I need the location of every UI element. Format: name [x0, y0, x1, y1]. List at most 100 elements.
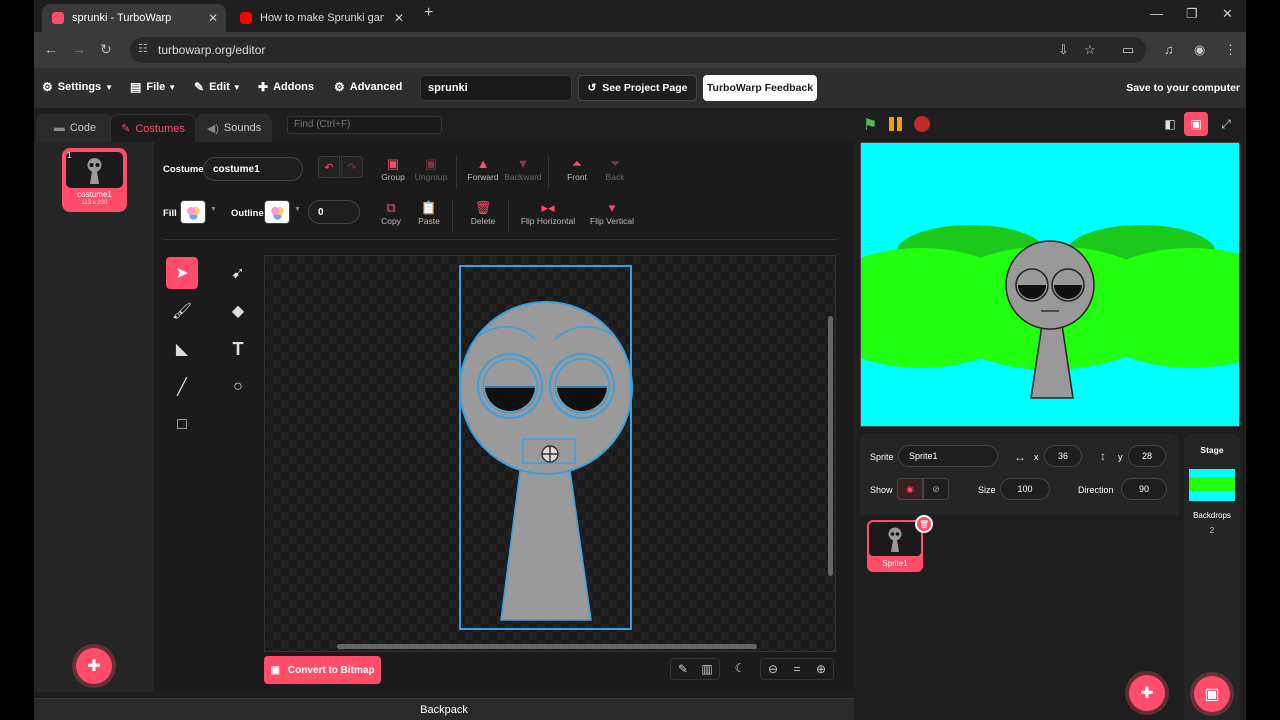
flip-horizontal-button[interactable]: ▸◂ Flip Horizontal — [513, 200, 583, 226]
maximize-icon[interactable]: ❐ — [1186, 6, 1198, 22]
tab-sounds[interactable]: ◀) Sounds — [196, 114, 272, 142]
backdrops-count: 2 — [1209, 526, 1215, 535]
fullscreen-icon[interactable]: ⤢ — [1214, 112, 1238, 136]
outline-color-picker[interactable] — [264, 200, 290, 224]
stage-preview[interactable] — [860, 142, 1240, 427]
file-menu[interactable]: ▤ File ▼ — [130, 80, 176, 94]
green-flag-icon[interactable]: ⚑ — [863, 115, 877, 135]
chevron-down-icon: ▼ — [210, 206, 217, 213]
close-window-icon[interactable]: ✕ — [1222, 6, 1233, 22]
onion-skin-icon[interactable]: ▥ — [695, 659, 719, 679]
fill-color-picker[interactable] — [180, 200, 206, 224]
dark-mode-icon[interactable]: ☾ — [728, 658, 752, 678]
url-field[interactable]: ☷ turbowarp.org/editor — [130, 37, 1146, 63]
brush-tool-icon[interactable]: 🖌 — [166, 295, 198, 327]
browser-menu-icon[interactable]: ⋮ — [1224, 42, 1237, 58]
addons-menu[interactable]: ✚ Addons — [258, 80, 314, 94]
rectangle-tool-icon[interactable]: □ — [166, 409, 198, 441]
sprite-tile[interactable]: Sprite1 🗑 — [867, 515, 933, 572]
show-label: Show — [870, 485, 893, 495]
zoom-out-icon[interactable]: ⊖ — [761, 659, 785, 679]
minimize-icon[interactable]: — — [1150, 6, 1163, 21]
cat-plus-icon: ✚ — [87, 658, 101, 675]
costume-tile[interactable]: 1 costume1 113 x 230 — [62, 148, 127, 212]
reload-icon[interactable]: ↻ — [100, 41, 112, 58]
browser-tab-turbowarp[interactable]: sprunki - TurboWarp ✕ — [42, 4, 226, 32]
media-icon[interactable]: ♫ — [1164, 42, 1174, 57]
add-sprite-button[interactable]: ✚ — [1129, 675, 1165, 711]
tab-costumes[interactable]: ✎ Costumes — [110, 114, 196, 142]
stage-target-pane[interactable]: Stage Backdrops 2 ▣ — [1184, 433, 1240, 720]
outline-label: Outline — [231, 208, 264, 219]
size-input[interactable]: 100 — [1000, 478, 1050, 500]
fill-tool-icon[interactable]: ◣ — [166, 333, 198, 365]
outline-width-input[interactable]: 0 — [308, 200, 360, 224]
close-tab-icon[interactable]: ✕ — [208, 11, 218, 25]
project-title-input[interactable]: sprunki — [420, 75, 572, 101]
backpack-header[interactable]: Backpack — [34, 698, 854, 720]
y-input[interactable]: 28 — [1128, 445, 1166, 467]
zoom-in-icon[interactable]: ⊕ — [809, 659, 833, 679]
undo-button[interactable]: ↶ — [318, 156, 340, 178]
install-app-icon[interactable]: ⇩ — [1058, 42, 1069, 58]
small-stage-icon[interactable]: ◧ — [1158, 112, 1182, 136]
see-inside-icon: ↺ — [587, 82, 597, 94]
edit-menu[interactable]: ✎ Edit ▼ — [194, 80, 241, 94]
feedback-button[interactable]: TurboWarp Feedback — [703, 75, 817, 101]
horizontal-scrollbar[interactable] — [337, 644, 757, 649]
select-tool-icon[interactable]: ➤ — [166, 257, 198, 289]
costume-artwork — [459, 265, 633, 630]
browser-tab-youtube[interactable]: How to make Sprunki game in S ✕ — [230, 4, 412, 32]
y-label: y — [1118, 452, 1123, 462]
show-visible-button[interactable]: ◉ — [897, 478, 923, 500]
costume-name-input[interactable]: costume1 — [203, 157, 303, 181]
stop-icon[interactable] — [914, 116, 930, 132]
back-icon[interactable]: ← — [44, 41, 58, 57]
bookmark-star-icon[interactable]: ☆ — [1084, 42, 1096, 58]
profile-icon[interactable]: ◉ — [1194, 42, 1205, 58]
backward-button[interactable]: ▼ Backward — [498, 156, 548, 182]
ungroup-button[interactable]: ▣ Ungroup — [406, 156, 456, 182]
line-tool-icon[interactable]: ╱ — [166, 371, 198, 403]
x-label: x — [1034, 452, 1039, 462]
delete-button[interactable]: 🗑 Delete — [458, 200, 508, 226]
new-tab-icon[interactable]: + — [424, 4, 433, 22]
circle-tool-icon[interactable]: ○ — [222, 371, 254, 403]
close-tab-icon[interactable]: ✕ — [394, 11, 404, 25]
eraser-tool-icon[interactable]: ◆ — [222, 295, 254, 327]
convert-to-bitmap-button[interactable]: ▣ Convert to Bitmap — [264, 656, 381, 684]
forward-icon[interactable]: → — [72, 41, 86, 57]
add-costume-button[interactable]: ✚ — [76, 648, 112, 684]
convert-to-bitmap-label: Convert to Bitmap — [287, 664, 375, 676]
find-input[interactable]: Find (Ctrl+F) — [287, 116, 442, 134]
x-input[interactable]: 36 — [1044, 445, 1082, 467]
reshape-tool-icon[interactable]: ➹ — [222, 257, 254, 289]
brush-guide-icon[interactable]: ✎ — [671, 659, 695, 679]
add-backdrop-button[interactable]: ▣ — [1194, 676, 1230, 712]
costume-list: 1 costume1 113 x 230 ✚ — [34, 142, 154, 692]
paint-canvas[interactable] — [264, 255, 836, 652]
flip-vertical-button[interactable]: ▾ Flip Vertical — [580, 200, 644, 226]
delete-sprite-icon[interactable]: 🗑 — [915, 515, 933, 533]
direction-input[interactable]: 90 — [1121, 478, 1167, 500]
see-project-page-button[interactable]: ↺ See Project Page — [578, 75, 697, 101]
advanced-icon: ⚙ — [334, 80, 345, 94]
advanced-menu[interactable]: ⚙ Advanced — [334, 80, 402, 94]
vertical-scrollbar[interactable] — [828, 316, 833, 576]
settings-menu[interactable]: ⚙ Settings ▼ — [42, 80, 113, 94]
site-info-icon[interactable]: ☷ — [138, 42, 148, 55]
paste-button[interactable]: 📋 Paste — [404, 200, 454, 226]
normal-stage-icon[interactable]: ▣ — [1184, 112, 1208, 136]
tab-code[interactable]: ▬ Code — [36, 114, 114, 142]
zoom-reset-icon[interactable]: = — [785, 659, 809, 679]
text-tool-icon[interactable]: T — [222, 333, 254, 365]
pause-icon[interactable] — [889, 117, 907, 131]
cast-icon[interactable]: ▭ — [1122, 42, 1134, 58]
save-to-computer-button[interactable]: Save to your computer — [1126, 82, 1240, 94]
redo-button[interactable]: ↷ — [341, 156, 363, 178]
sprite-name: Sprite1 — [882, 559, 908, 568]
ungroup-icon: ▣ — [424, 156, 438, 171]
back-button[interactable]: ⏷ Back — [590, 156, 640, 182]
sprite-name-input[interactable]: Sprite1 — [898, 445, 998, 467]
hide-button[interactable]: ⊘ — [923, 478, 949, 500]
